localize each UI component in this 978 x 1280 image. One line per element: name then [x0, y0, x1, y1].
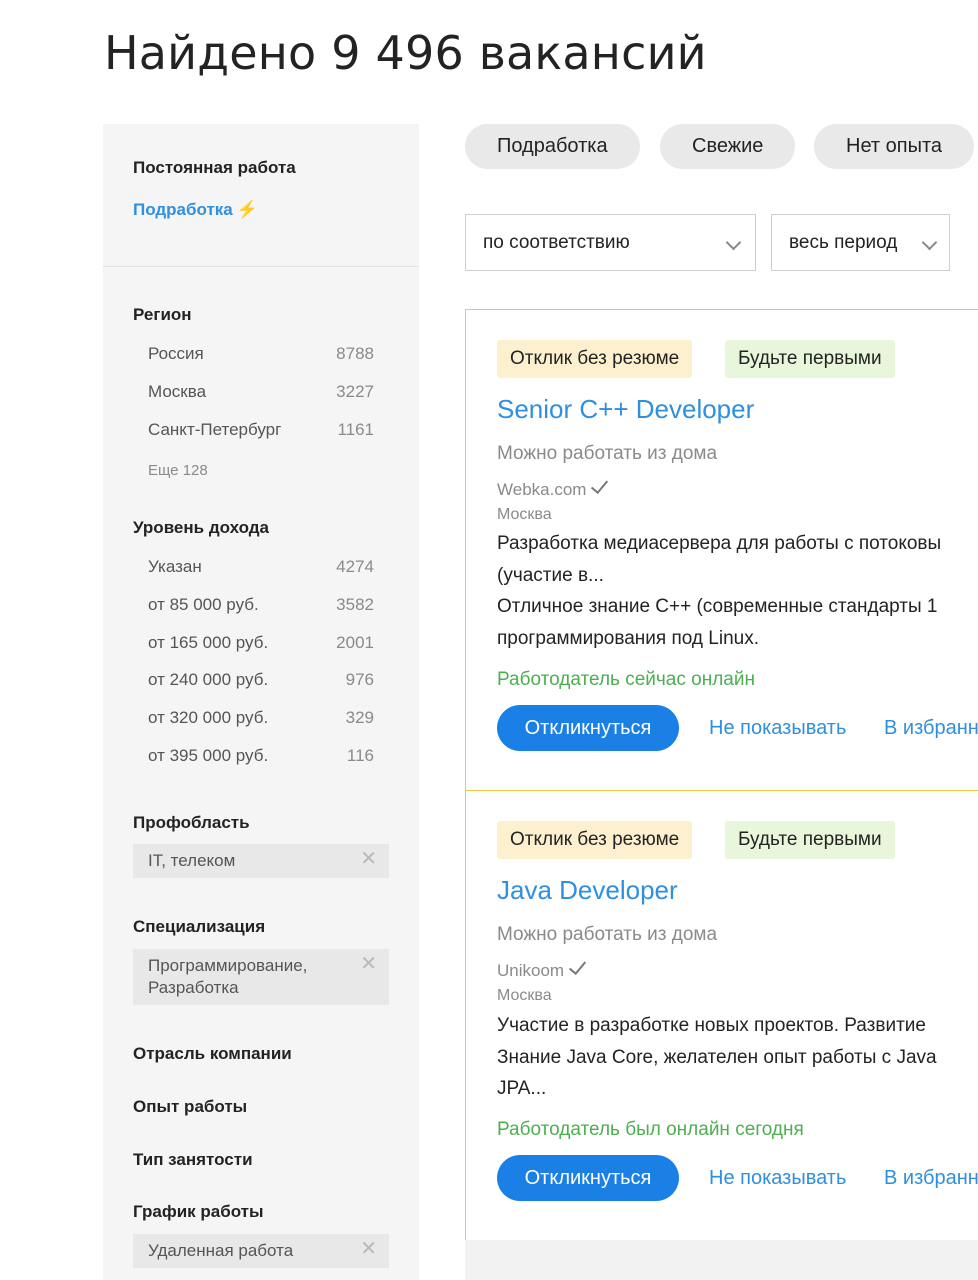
- filter-parttime-link[interactable]: Подработка ⚡: [133, 200, 258, 220]
- quick-filter-fresh[interactable]: Свежие: [660, 124, 796, 169]
- quick-filter-parttime[interactable]: Подработка: [465, 124, 640, 169]
- filters-sidebar: Постоянная работа Подработка ⚡ Регион Рос…: [103, 124, 419, 1280]
- income-item-count: 329: [345, 708, 374, 727]
- schedule-chip: Удаленная работа ✕: [133, 1234, 389, 1268]
- hide-vacancy-link[interactable]: Не показывать: [709, 705, 846, 751]
- employer-online-status: Работодатель был онлайн сегодня: [497, 1119, 804, 1140]
- close-icon[interactable]: ✕: [360, 848, 377, 870]
- vacancy-title[interactable]: Java Developer: [497, 875, 678, 906]
- schedule-heading: График работы: [133, 1202, 264, 1221]
- close-icon[interactable]: ✕: [360, 1238, 377, 1260]
- employment-type-filter[interactable]: Тип занятости: [133, 1150, 253, 1170]
- sort-order-select[interactable]: по соответствию: [465, 214, 756, 271]
- sort-order-value: по соответствию: [483, 232, 630, 253]
- vacancy-snippet-line: Участие в разработке новых проектов. Раз…: [497, 1015, 926, 1036]
- hide-vacancy-link[interactable]: Не показывать: [709, 1155, 846, 1201]
- income-item-count: 3582: [336, 595, 374, 614]
- income-item-label: от 395 000 руб.: [148, 746, 269, 765]
- be-first-badge: Будьте первыми: [725, 340, 895, 378]
- vacancy-city: Москва: [497, 987, 552, 1004]
- income-item-count: 116: [346, 746, 374, 765]
- verified-check-icon: [591, 475, 609, 495]
- vacancy-snippet-line: (участие в...: [497, 565, 604, 586]
- vacancy-city: Москва: [497, 506, 552, 523]
- company-name: Webka.com: [497, 480, 587, 499]
- profarea-chip-label: IT, телеком: [148, 851, 236, 870]
- vacancy-snippet-line: Разработка медиасервера для работы с пот…: [497, 533, 942, 554]
- experience-filter[interactable]: Опыт работы: [133, 1097, 247, 1117]
- quick-filter-no-experience[interactable]: Нет опыта: [814, 124, 975, 169]
- vacancy-remote: Можно работать из дома: [497, 924, 718, 945]
- region-item-label: Санкт-Петербург: [148, 420, 282, 439]
- verified-check-icon: [569, 956, 587, 976]
- income-item-label: Указан: [148, 557, 202, 576]
- income-item-240000[interactable]: от 240 000 руб. 976: [148, 670, 374, 690]
- income-item-label: от 165 000 руб.: [148, 633, 269, 652]
- region-item-count: 3227: [336, 382, 374, 401]
- vacancy-remote: Можно работать из дома: [497, 443, 718, 464]
- close-icon[interactable]: ✕: [360, 953, 377, 975]
- region-item-moscow[interactable]: Москва 3227: [148, 382, 374, 402]
- region-item-count: 1161: [337, 420, 374, 439]
- no-resume-badge: Отклик без резюме: [497, 821, 693, 859]
- chevron-down-icon: [921, 234, 938, 251]
- schedule-chip-label: Удаленная работа: [148, 1241, 294, 1260]
- page-title: Найдено 9 496 вакансий: [104, 26, 707, 80]
- vacancy-card: Отклик без резюме Будьте первыми Java De…: [465, 790, 978, 1241]
- sidebar-divider: [103, 266, 419, 267]
- vacancy-company[interactable]: Webka.com: [497, 475, 609, 500]
- vacancy-snippet-line: программирования под Linux.: [497, 628, 759, 649]
- add-to-favorites-link[interactable]: В избранн: [884, 1155, 978, 1201]
- vacancy-card: Отклик без резюме Будьте первыми Senior …: [465, 309, 978, 791]
- profarea-heading: Профобласть: [133, 813, 250, 832]
- period-value: весь период: [789, 232, 898, 253]
- next-vacancy-card-edge: [465, 1240, 978, 1280]
- income-item-395000[interactable]: от 395 000 руб. 116: [148, 746, 374, 766]
- profarea-chip: IT, телеком ✕: [133, 844, 389, 878]
- lightning-icon: ⚡: [236, 200, 258, 219]
- no-resume-badge: Отклик без резюме: [497, 340, 693, 378]
- region-item-label: Москва: [148, 382, 207, 401]
- region-heading: Регион: [133, 305, 192, 324]
- income-item-320000[interactable]: от 320 000 руб. 329: [148, 708, 374, 728]
- add-to-favorites-link[interactable]: В избранн: [884, 705, 978, 751]
- income-item-count: 976: [345, 670, 374, 689]
- income-item-165000[interactable]: от 165 000 руб. 2001: [148, 633, 374, 653]
- region-item-count: 8788: [336, 344, 374, 363]
- chevron-down-icon: [725, 234, 742, 251]
- income-heading: Уровень дохода: [133, 518, 270, 537]
- income-item-label: от 320 000 руб.: [148, 708, 269, 727]
- income-item-label: от 240 000 руб.: [148, 670, 269, 689]
- apply-button[interactable]: Откликнуться: [497, 1155, 679, 1201]
- income-item-specified[interactable]: Указан 4274: [148, 557, 374, 577]
- be-first-badge: Будьте первыми: [725, 821, 895, 859]
- filter-permanent-job[interactable]: Постоянная работа: [133, 158, 296, 178]
- income-item-85000[interactable]: от 85 000 руб. 3582: [148, 595, 374, 615]
- specialization-chip-label: Программирование, Разработка: [148, 956, 308, 997]
- vacancy-snippet-line: Знание Java Core, желателен опыт работы …: [497, 1047, 937, 1068]
- employer-online-status: Работодатель сейчас онлайн: [497, 669, 755, 690]
- apply-button[interactable]: Откликнуться: [497, 705, 679, 751]
- filter-parttime-label: Подработка: [133, 200, 233, 219]
- specialization-chip: Программирование, Разработка ✕: [133, 949, 389, 1005]
- company-name: Unikoom: [497, 961, 565, 980]
- region-item-spb[interactable]: Санкт-Петербург 1161: [148, 420, 374, 440]
- income-item-label: от 85 000 руб.: [148, 595, 259, 614]
- vacancy-company[interactable]: Unikoom: [497, 956, 587, 981]
- income-item-count: 2001: [336, 633, 374, 652]
- specialization-heading: Специализация: [133, 917, 266, 936]
- region-item-russia[interactable]: Россия 8788: [148, 344, 374, 364]
- vacancy-snippet-line: Отличное знание C++ (современные стандар…: [497, 596, 938, 617]
- vacancy-snippet-line: JPA...: [497, 1078, 547, 1099]
- vacancy-title[interactable]: Senior C++ Developer: [497, 394, 754, 425]
- region-more-link[interactable]: Еще 128: [148, 462, 208, 479]
- region-item-label: Россия: [148, 344, 204, 363]
- industry-filter[interactable]: Отрасль компании: [133, 1044, 292, 1064]
- income-item-count: 4274: [336, 557, 374, 576]
- period-select[interactable]: весь период: [771, 214, 950, 271]
